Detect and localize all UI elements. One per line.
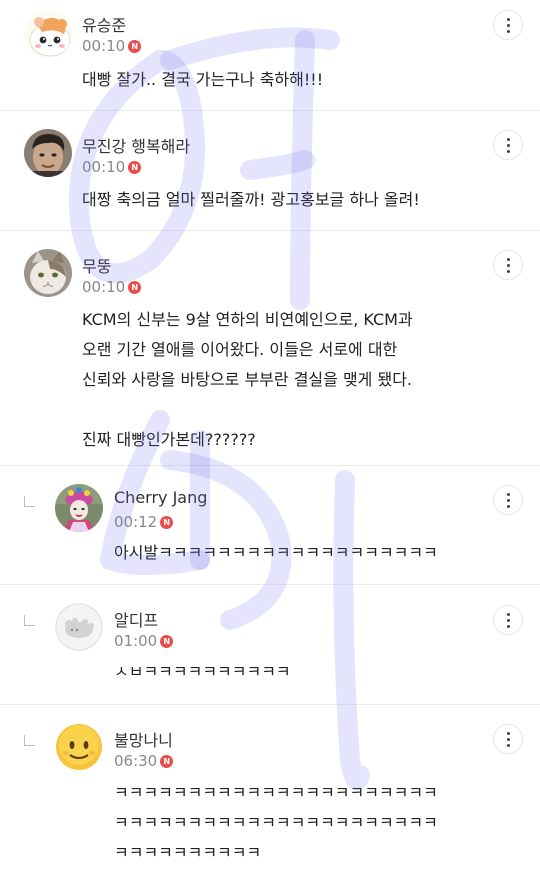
dot-icon <box>506 263 510 267</box>
time-label: 06:30 <box>114 752 158 770</box>
dot-icon <box>506 149 510 153</box>
dot-icon <box>506 618 510 622</box>
more-options-button[interactable] <box>493 485 523 515</box>
reply-author[interactable]: 알디프 <box>114 607 158 631</box>
hamster-avatar[interactable] <box>24 10 72 58</box>
time-label: 00:10 <box>82 278 126 296</box>
comment-line <box>82 395 413 425</box>
dot-icon <box>506 624 510 628</box>
comment-line: 대짱 축의금 얼마 찔러줄까! 광고홍보글 하나 올려! <box>82 190 420 209</box>
more-options-button[interactable] <box>493 605 523 635</box>
dot-icon <box>506 612 510 616</box>
person-photo-avatar[interactable] <box>24 129 72 177</box>
comment-text: 대짱 축의금 얼마 찔러줄까! 광고홍보글 하나 올려! <box>82 185 420 215</box>
dot-icon <box>506 504 510 508</box>
smiley-emoji-avatar[interactable] <box>55 723 103 771</box>
reply-line: ㅋㅋㅋㅋㅋㅋㅋㅋㅋㅋㅋㅋㅋㅋㅋㅋㅋㅋㅋㅋㅋㅋ <box>114 783 438 802</box>
dot-icon <box>506 137 510 141</box>
comment-line: 진짜 대빵인가본데?????? <box>82 430 256 449</box>
more-options-button[interactable] <box>493 10 523 40</box>
more-options-button[interactable] <box>493 250 523 280</box>
reply-text: 아시발ㅋㅋㅋㅋㅋㅋㅋㅋㅋㅋㅋㅋㅋㅋㅋㅋㅋㅋㅋ <box>114 538 438 568</box>
new-badge: N <box>160 634 174 648</box>
comment-line: KCM의 신부는 9살 연하의 비연예인으로, KCM과 <box>82 310 413 329</box>
dot-icon <box>506 737 510 741</box>
reply-line: ㅋㅋㅋㅋㅋㅋㅋㅋㅋㅋㅋㅋㅋㅋㅋㅋㅋㅋㅋㅋㅋㅋ <box>114 813 438 832</box>
reply-text: ㅋㅋㅋㅋㅋㅋㅋㅋㅋㅋㅋㅋㅋㅋㅋㅋㅋㅋㅋㅋㅋㅋ ㅋㅋㅋㅋㅋㅋㅋㅋㅋㅋㅋㅋㅋㅋㅋㅋㅋ… <box>114 778 438 868</box>
comment-author[interactable]: 유승준 <box>82 12 126 36</box>
reply-text: ㅅㅂㅋㅋㅋㅋㅋㅋㅋㅋㅋㅋ <box>114 657 291 687</box>
costume-photo-avatar[interactable] <box>55 484 103 532</box>
dot-icon <box>506 17 510 21</box>
time-label: 00:12 <box>114 513 158 531</box>
reply-line: ㅅㅂㅋㅋㅋㅋㅋㅋㅋㅋㅋㅋ <box>114 662 291 681</box>
time-label: 01:00 <box>114 632 158 650</box>
new-badge: N <box>160 754 174 768</box>
dot-icon <box>506 143 510 147</box>
dot-icon <box>506 492 510 496</box>
more-options-button[interactable] <box>493 724 523 754</box>
time-label: 00:10 <box>82 158 126 176</box>
reply-line: ㅋㅋㅋㅋㅋㅋㅋㅋㅋㅋ <box>114 843 262 862</box>
dot-icon <box>506 731 510 735</box>
new-badge: N <box>160 515 174 529</box>
comment-line: 신뢰와 사랑을 바탕으로 부부란 결실을 맺게 됐다. <box>82 370 413 389</box>
reply-indicator-icon <box>24 735 35 746</box>
dot-icon <box>506 29 510 33</box>
dot-icon <box>506 23 510 27</box>
default-profile-avatar[interactable] <box>55 603 103 651</box>
new-badge: N <box>128 39 142 53</box>
dot-icon <box>506 257 510 261</box>
dot-icon <box>506 498 510 502</box>
more-options-button[interactable] <box>493 130 523 160</box>
reply-item: 불망나니 06:30 N ㅋㅋㅋㅋㅋㅋㅋㅋㅋㅋㅋㅋㅋㅋㅋㅋㅋㅋㅋㅋㅋㅋ ㅋㅋㅋㅋ… <box>0 705 540 877</box>
comment-timestamp: 00:10 N <box>82 158 142 176</box>
comment-timestamp: 00:10 N <box>82 37 142 55</box>
comment-text: 대빵 잘가.. 결국 가는구나 축하해!!! <box>82 65 323 95</box>
new-badge: N <box>128 280 142 294</box>
comment-line: 오랜 기간 열애를 이어왔다. 이들은 서로에 대한 <box>82 340 398 359</box>
reply-item: Cherry Jang 00:12 N 아시발ㅋㅋㅋㅋㅋㅋㅋㅋㅋㅋㅋㅋㅋㅋㅋㅋㅋ… <box>0 466 540 585</box>
dot-icon <box>506 743 510 747</box>
comment-line: 대빵 잘가.. 결국 가는구나 축하해!!! <box>82 70 324 89</box>
reply-timestamp: 00:12 N <box>114 513 174 531</box>
comment-item: 무뚱 00:10 N KCM의 신부는 9살 연하의 비연예인으로, KCM과 … <box>0 231 540 466</box>
reply-line: 아시발ㅋㅋㅋㅋㅋㅋㅋㅋㅋㅋㅋㅋㅋㅋㅋㅋㅋㅋㅋ <box>114 543 438 562</box>
comment-item: 무진강 행복해라 00:10 N 대짱 축의금 얼마 찔러줄까! 광고홍보글 하… <box>0 111 540 231</box>
reply-author[interactable]: 불망나니 <box>114 727 173 751</box>
dot-icon <box>506 269 510 273</box>
reply-item: 알디프 01:00 N ㅅㅂㅋㅋㅋㅋㅋㅋㅋㅋㅋㅋ <box>0 585 540 705</box>
reply-indicator-icon <box>24 615 35 626</box>
cat-photo-avatar[interactable] <box>24 249 72 297</box>
comment-author[interactable]: 무진강 행복해라 <box>82 133 190 157</box>
comment-timestamp: 00:10 N <box>82 278 142 296</box>
reply-timestamp: 06:30 N <box>114 752 174 770</box>
comment-text: KCM의 신부는 9살 연하의 비연예인으로, KCM과 오랜 기간 열애를 이… <box>82 305 413 455</box>
reply-indicator-icon <box>24 496 35 507</box>
reply-timestamp: 01:00 N <box>114 632 174 650</box>
time-label: 00:10 <box>82 37 126 55</box>
reply-author[interactable]: Cherry Jang <box>114 488 207 507</box>
comment-item: 유승준 00:10 N 대빵 잘가.. 결국 가는구나 축하해!!! <box>0 0 540 111</box>
new-badge: N <box>128 160 142 174</box>
comment-author[interactable]: 무뚱 <box>82 253 111 277</box>
